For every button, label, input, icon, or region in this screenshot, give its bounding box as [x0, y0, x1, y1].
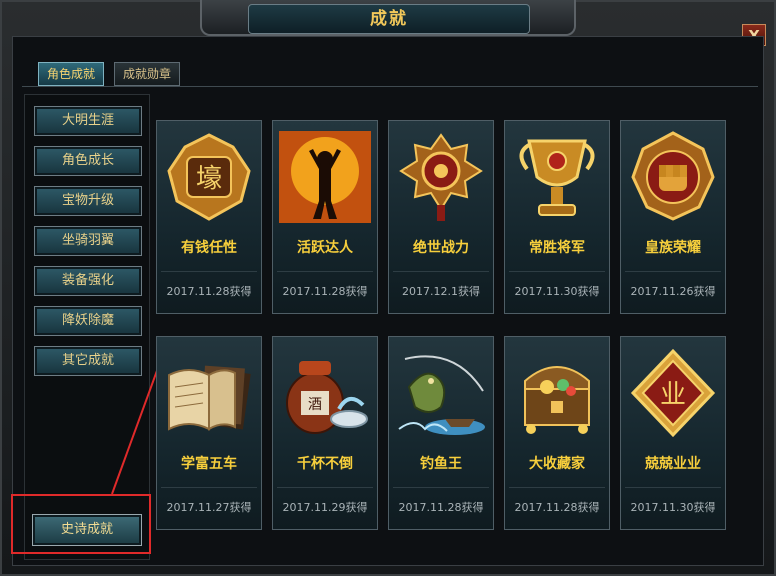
achievement-date: 2017.11.28获得 [514, 501, 600, 514]
treasure-chest-icon [524, 366, 590, 434]
achievement-name: 皇族荣耀 [645, 240, 701, 256]
achievement-card[interactable]: 皇族荣耀 2017.11.26获得 [620, 120, 726, 314]
divider [161, 271, 257, 272]
achievement-card[interactable]: 常胜将军 2017.11.30获得 [504, 120, 610, 314]
royal-fist-icon [631, 131, 715, 221]
divider [393, 487, 489, 488]
achievement-date: 2017.12.1获得 [402, 285, 480, 298]
svg-text:业: 业 [660, 380, 686, 410]
achievement-date: 2017.11.28获得 [398, 501, 484, 514]
achievement-card[interactable]: 壕 有钱任性 2017.11.28获得 [156, 120, 262, 314]
divider [509, 487, 605, 488]
achievement-date: 2017.11.30获得 [630, 501, 716, 514]
wine-jar-icon: 酒 [286, 361, 368, 434]
divider [625, 271, 721, 272]
diligence-badge-icon: 业 [630, 348, 716, 438]
achievement-name: 千杯不倒 [297, 456, 353, 472]
svg-text:壕: 壕 [196, 164, 222, 194]
achievement-card[interactable]: 大收藏家 2017.11.28获得 [504, 336, 610, 530]
achievement-card[interactable]: 活跃达人 2017.11.28获得 [272, 120, 378, 314]
divider [277, 487, 373, 488]
divider [277, 271, 373, 272]
achievement-date: 2017.11.30获得 [514, 285, 600, 298]
power-emblem-icon [399, 133, 483, 221]
achievement-card[interactable]: 酒 千杯不倒 2017.11.29获得 [272, 336, 378, 530]
divider [393, 271, 489, 272]
active-figure-icon [279, 131, 371, 223]
achievement-date: 2017.11.28获得 [166, 285, 252, 298]
trophy-cup-icon [519, 139, 595, 216]
fishing-icon [398, 355, 485, 435]
achievement-date: 2017.11.28获得 [282, 285, 368, 298]
books-icon [168, 365, 251, 431]
achievement-date: 2017.11.26获得 [630, 285, 716, 298]
achievement-date: 2017.11.29获得 [282, 501, 368, 514]
achievement-name: 绝世战力 [413, 240, 469, 256]
achievement-name: 大收藏家 [529, 456, 585, 472]
achievement-name: 兢兢业业 [645, 456, 701, 472]
achievement-card[interactable]: 学富五车 2017.11.27获得 [156, 336, 262, 530]
achievement-name: 学富五车 [181, 456, 237, 472]
achievement-date: 2017.11.27获得 [166, 501, 252, 514]
achievement-card[interactable]: 业 兢兢业业 2017.11.30获得 [620, 336, 726, 530]
divider [161, 487, 257, 488]
rich-medal-icon: 壕 [167, 133, 251, 221]
achievement-name: 有钱任性 [181, 240, 237, 256]
achievement-name: 活跃达人 [297, 240, 353, 256]
achievement-card[interactable]: 钓鱼王 2017.11.28获得 [388, 336, 494, 530]
achievement-name: 常胜将军 [529, 240, 585, 256]
divider [509, 271, 605, 272]
achievement-name: 钓鱼王 [420, 456, 462, 472]
svg-text:酒: 酒 [308, 397, 322, 413]
divider [625, 487, 721, 488]
achievement-card[interactable]: 绝世战力 2017.12.1获得 [388, 120, 494, 314]
